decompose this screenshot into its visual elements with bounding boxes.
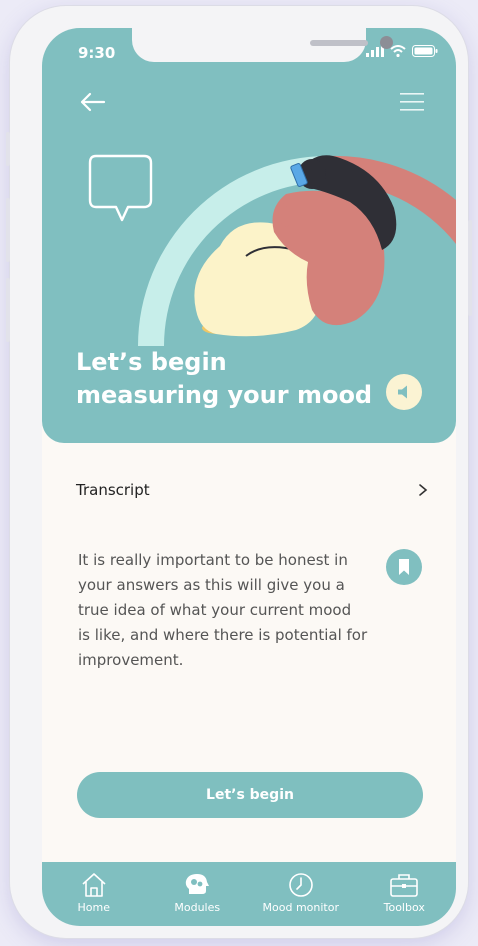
intro-line: is like, and where there is potential fo… [78, 626, 368, 644]
page-title: Let’s begin measuring your mood [76, 346, 376, 412]
intro-paragraph: It is really important to be honest in y… [78, 548, 378, 673]
toolbox-icon [390, 874, 419, 897]
app-screen: 9:30 Let’s begin measuring your mood Tra… [42, 28, 456, 926]
bookmark-icon [399, 559, 409, 575]
bottom-tab-bar: Home Modules Mood monitor Toolbox [42, 862, 456, 926]
transcript-label: Transcript [76, 481, 150, 499]
power-button [468, 220, 472, 316]
page-title-line-2: measuring your mood [76, 381, 373, 409]
mute-switch [6, 132, 10, 166]
chevron-right-icon [419, 484, 428, 496]
tab-home[interactable]: Home [46, 862, 142, 914]
tab-modules[interactable]: Modules [149, 862, 245, 914]
status-time: 9:30 [78, 44, 116, 62]
volume-down-button [6, 278, 10, 342]
device-notch [132, 28, 393, 62]
hero-illustration [138, 155, 456, 346]
tab-label: Toolbox [383, 901, 425, 914]
lets-begin-button[interactable]: Let’s begin [77, 772, 423, 818]
status-icons [366, 45, 438, 57]
earpiece [310, 40, 368, 46]
transcript-row[interactable]: Transcript [76, 476, 428, 504]
head-gears-icon [186, 874, 210, 894]
back-arrow-icon[interactable] [78, 90, 108, 114]
clock-icon [288, 873, 313, 897]
hero-panel: 9:30 Let’s begin measuring your mood [42, 28, 456, 443]
play-audio-button[interactable] [386, 374, 422, 410]
intro-line: improvement. [78, 651, 184, 669]
volume-up-button [6, 198, 10, 262]
home-icon [82, 873, 106, 897]
speaker-icon [398, 385, 407, 399]
tab-toolbox[interactable]: Toolbox [356, 862, 452, 914]
intro-line: true idea of what your current mood [78, 601, 352, 619]
phone-frame: 9:30 Let’s begin measuring your mood Tra… [6, 6, 472, 938]
intro-line: your answers as this will give you a [78, 576, 345, 594]
front-camera [380, 36, 393, 49]
tab-mood-monitor[interactable]: Mood monitor [253, 862, 349, 914]
wifi-icon [390, 45, 406, 57]
page-title-line-1: Let’s begin [76, 348, 227, 376]
tab-label: Home [77, 901, 110, 914]
menu-icon[interactable] [400, 90, 424, 114]
tab-label: Mood monitor [262, 901, 339, 914]
intro-line: It is really important to be honest in [78, 551, 348, 569]
battery-icon [412, 45, 438, 57]
tab-label: Modules [174, 901, 221, 914]
bookmark-button[interactable] [386, 549, 422, 585]
